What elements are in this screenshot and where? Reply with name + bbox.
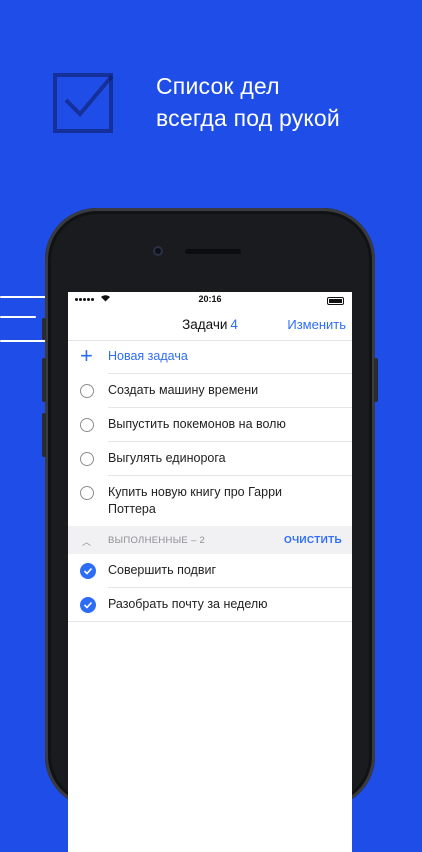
completed-task-row[interactable]: Разобрать почту за неделю: [68, 588, 352, 622]
phone-side-button: [374, 358, 378, 402]
checked-checkbox-icon[interactable]: [80, 597, 96, 613]
task-checkbox[interactable]: [80, 384, 94, 398]
task-title: Создать машину времени: [108, 383, 259, 397]
task-title: Купить новую книгу про Гарри Поттера: [108, 485, 282, 516]
page-title-label: Задачи: [182, 317, 228, 332]
status-bar: 20:16: [68, 292, 352, 308]
deco-line: [0, 316, 36, 318]
phone-frame: 20:16 Задачи 4 Изменить + Новая задача Со…: [42, 208, 378, 852]
divider: [68, 621, 352, 622]
hero-title-line2: всегда под рукой: [156, 105, 340, 131]
task-row[interactable]: Выгулять единорога: [68, 442, 352, 476]
completed-task-title: Совершить подвиг: [108, 563, 217, 577]
phone-side-button: [42, 413, 46, 457]
edit-button[interactable]: Изменить: [287, 317, 346, 332]
task-checkbox[interactable]: [80, 486, 94, 500]
completed-task-title: Разобрать почту за неделю: [108, 597, 268, 611]
phone-side-button: [42, 358, 46, 402]
nav-bar: Задачи 4 Изменить: [68, 308, 352, 341]
task-count-badge: 4: [230, 317, 238, 332]
new-task-button[interactable]: + Новая задача: [68, 340, 352, 374]
task-title: Выпустить покемонов на волю: [108, 417, 286, 431]
new-task-label: Новая задача: [108, 349, 188, 363]
checked-checkbox-icon[interactable]: [80, 563, 96, 579]
deco-line: [0, 296, 50, 298]
hero-title-line1: Список дел: [156, 73, 280, 99]
status-time: 20:16: [198, 294, 222, 304]
deco-line: [0, 340, 48, 342]
camera-icon: [153, 246, 163, 256]
clear-completed-button[interactable]: ОЧИСТИТЬ: [284, 535, 342, 546]
task-row[interactable]: Создать машину времени: [68, 374, 352, 408]
speaker-grille: [185, 249, 241, 254]
task-row[interactable]: Купить новую книгу про Гарри Поттера: [68, 476, 352, 526]
battery-icon: [327, 297, 344, 305]
completed-section-label: ВЫПОЛНЕННЫЕ – 2: [108, 535, 206, 546]
hero-title: Список дел всегда под рукой: [156, 70, 340, 134]
completed-task-row[interactable]: Совершить подвиг: [68, 554, 352, 588]
plus-icon: +: [80, 343, 93, 368]
checkbox-icon: [53, 73, 114, 133]
task-row[interactable]: Выпустить покемонов на волю: [68, 408, 352, 442]
task-checkbox[interactable]: [80, 418, 94, 432]
task-title: Выгулять единорога: [108, 451, 226, 465]
phone-side-button: [42, 318, 46, 340]
task-checkbox[interactable]: [80, 452, 94, 466]
chevron-up-icon[interactable]: ︿: [82, 535, 91, 548]
completed-section-header: ︿ ВЫПОЛНЕННЫЕ – 2 ОЧИСТИТЬ: [68, 526, 352, 554]
phone-screen: 20:16 Задачи 4 Изменить + Новая задача Со…: [68, 292, 352, 852]
